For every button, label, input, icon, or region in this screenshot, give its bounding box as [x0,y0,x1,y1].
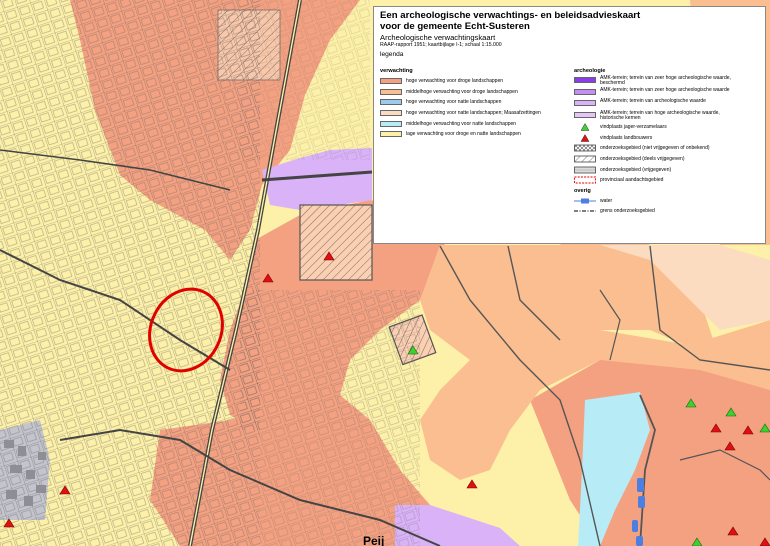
legend-label: water [600,197,613,204]
legend-swatch [574,100,596,106]
green-triangle-icon [580,123,590,132]
legend-label: onderzoeksgebied (niet vrijgegeven of on… [600,145,710,152]
legend-label: vindplaats landbouwers [600,134,653,141]
grey-box-icon [574,166,596,174]
legend-column-archeologie: archeologie AMK-terrein; terrein van zee… [574,68,764,217]
built-grid-south [260,430,420,546]
archeologie-heading: archeologie [574,68,606,74]
study-area-hatch-1 [299,204,373,281]
legend-label: hoge verwachting voor natte landschappen [406,99,502,106]
legend-panel: Een archeologische verwachtings- en bele… [373,6,766,244]
legend-label: middelhoge verwachting voor natte landsc… [406,120,517,127]
legend-label: provinciaal aandachtsgebied [600,177,664,184]
legend-label: AMK-terrein; terrein van zeer hoge arche… [600,86,730,93]
legend-item: hoge verwachting voor natte landschappen [380,97,570,108]
legend-swatch [380,78,402,85]
legend-item: onderzoeksgebied (niet vrijgegeven of on… [574,143,764,154]
legend-symbol [574,155,596,163]
legend-label: vindplaats jager-verzamelaars [600,124,667,131]
legend-item: water [574,196,764,207]
legend-reference: RAAP-rapport 1951; kaartbijlage I-1; sch… [380,42,502,48]
legend-column-verwachting: verwachting hoge verwachting voor droge … [380,68,570,140]
legend-swatch [380,99,402,106]
legend-swatch [574,111,596,118]
legend-symbol [574,133,596,142]
legend-item: middelhoge verwachting voor droge landsc… [380,87,570,98]
legend-label: AMK-terrein; terrein van hoge archeologi… [600,109,720,121]
legend-symbol [574,207,596,215]
legend-item: AMK-terrein; terrein van zeer hoge arche… [574,75,764,88]
legend-label: AMK-terrein; terrein van archeologische … [600,98,706,104]
legend-heading: legenda [380,51,404,58]
legend-item: AMK-terrein; terrein van archeologische … [574,98,764,111]
legend-item: grens onderzoeksgebied [574,206,764,217]
overig-heading: overig [574,187,591,194]
crosshatch-icon [574,145,596,152]
place-label: Peij [363,534,384,546]
legend-label: hoge verwachting voor natte landschappen… [406,110,541,117]
legend-swatch [380,120,402,127]
legend-item: hoge verwachting voor natte landschappen… [380,108,570,119]
legend-item: onderzoeksgebied (deels vrijgegeven) [574,154,764,165]
legend-label: lage verwachting voor droge en natte lan… [406,131,521,138]
legend-item: AMK-terrein; terrein van hoge archeologi… [574,109,764,123]
red-dashed-box-icon [574,176,596,184]
legend-title: Een archeologische verwachtings- en bele… [380,10,641,32]
legend-label: onderzoeksgebied (deels vrijgegeven) [600,156,685,163]
legend-label: grens onderzoeksgebied [600,208,655,215]
red-triangle-icon [580,133,590,142]
legend-item: provinciaal aandachtsgebied [574,175,764,186]
legend-symbol [574,197,596,205]
legend-label: middelhoge verwachting voor droge landsc… [406,88,518,95]
hatch-icon [574,155,596,163]
legend-label: onderzoeksgebied (vrijgegeven) [600,166,672,173]
legend-symbol [574,166,596,174]
legend-label: AMK-terrein; terrein van zeer hoge arche… [600,75,731,87]
legend-swatch [380,88,402,95]
legend-item: middelhoge verwachting voor natte landsc… [380,118,570,129]
legend-swatch [574,88,596,95]
legend-item: hoge verwachting voor droge landschappen [380,76,570,87]
legend-swatch [380,131,402,138]
legend-item: vindplaats landbouwers [574,133,764,144]
built-grid-centre [240,290,420,430]
legend-item: lage verwachting voor droge en natte lan… [380,129,570,140]
water-icon [574,198,596,204]
legend-symbol [574,144,596,152]
legend-swatch [380,110,402,117]
built-grid-north [240,0,370,160]
legend-label: hoge verwachting voor droge landschappen [406,78,504,85]
legend-swatch [574,77,596,83]
legend-symbol [574,176,596,184]
legend-symbol [574,123,596,132]
legend-subtitle: Archeologische verwachtingskaart [380,33,496,42]
verwachting-heading: verwachting [380,68,413,74]
legend-item: vindplaats jager-verzamelaars [574,122,764,133]
dashed-line-icon [574,210,596,213]
legend-item: onderzoeksgebied (vrijgegeven) [574,164,764,175]
